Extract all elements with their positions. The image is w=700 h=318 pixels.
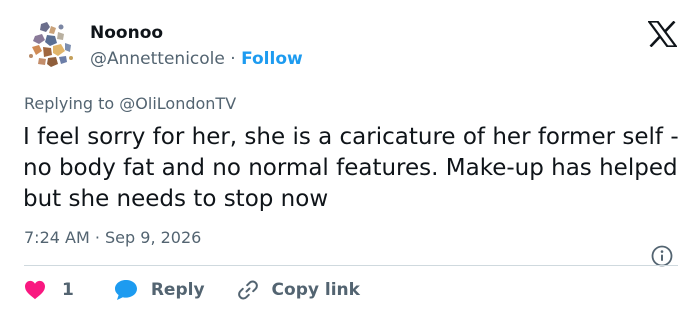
reply-context: Replying to @OliLondonTV bbox=[24, 93, 236, 115]
reply-button[interactable]: Reply bbox=[114, 279, 236, 301]
like-count: 1 bbox=[62, 280, 74, 300]
tweet-timestamp[interactable]: 7:24 AM · Sep 9, 2026 bbox=[24, 227, 201, 249]
link-icon bbox=[236, 278, 260, 302]
copy-link-label: Copy link bbox=[271, 280, 360, 300]
reply-mention[interactable]: @OliLondonTV bbox=[119, 94, 236, 113]
tweet-text: I feel sorry for her, she is a caricatur… bbox=[23, 124, 679, 212]
action-bar: 1 Reply Copy link bbox=[24, 276, 360, 304]
separator-dot: · bbox=[230, 49, 236, 69]
avatar[interactable] bbox=[23, 16, 79, 72]
follow-button[interactable]: Follow bbox=[241, 49, 303, 69]
info-icon[interactable] bbox=[651, 245, 673, 267]
author-handle[interactable]: @Annettenicole bbox=[90, 49, 225, 69]
reply-prefix: Replying to bbox=[24, 94, 115, 113]
copy-link-button[interactable]: Copy link bbox=[236, 278, 360, 302]
x-logo-icon[interactable] bbox=[646, 20, 679, 48]
heart-icon bbox=[24, 280, 46, 300]
like-button[interactable]: 1 bbox=[24, 280, 114, 300]
speech-bubble-icon bbox=[114, 279, 138, 301]
reply-label: Reply bbox=[150, 280, 205, 300]
avatar-image bbox=[23, 16, 79, 72]
author-display-name[interactable]: Noonoo bbox=[90, 21, 163, 45]
divider bbox=[24, 265, 678, 266]
author-handle-row: @Annettenicole · Follow bbox=[90, 47, 303, 71]
